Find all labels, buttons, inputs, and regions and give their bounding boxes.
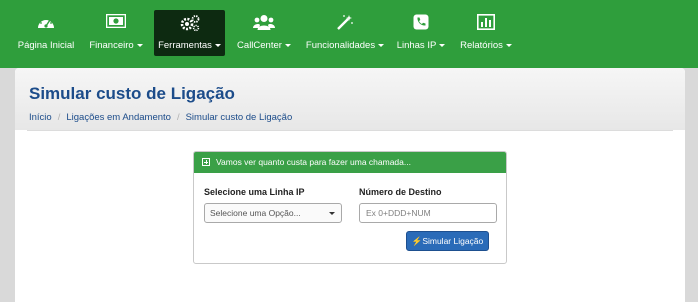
phone-icon xyxy=(395,14,447,36)
linha-ip-select[interactable]: Selecione uma Opção... xyxy=(204,203,342,223)
nav-item-linhas-ip[interactable]: Linhas IP xyxy=(395,10,447,56)
simular-ligacao-label: Simular Ligação xyxy=(422,236,484,246)
top-navbar: Página Inicial Financeiro Ferramentas Ca… xyxy=(0,0,698,68)
users-icon xyxy=(235,14,293,36)
bar-chart-icon xyxy=(456,14,516,36)
money-icon xyxy=(88,14,144,36)
dashboard-icon xyxy=(14,14,78,36)
simular-ligacao-button[interactable]: ⚡Simular Ligação xyxy=(406,231,489,251)
numero-destino-input[interactable] xyxy=(359,203,497,223)
content-panel: Simular custo de Ligação Início / Ligações… xyxy=(15,68,685,302)
breadcrumb-inicio[interactable]: Início xyxy=(29,112,52,123)
nav-item-pagina-inicial[interactable]: Página Inicial xyxy=(14,10,78,56)
nav-item-relatorios[interactable]: Relatórios xyxy=(456,10,516,56)
numero-destino-label: Número de Destino xyxy=(359,187,442,197)
nav-label-funcionalidades: Funcionalidades xyxy=(305,40,376,51)
nav-label-ferramentas: Ferramentas xyxy=(158,40,212,51)
nav-item-funcionalidades[interactable]: Funcionalidades xyxy=(303,10,387,56)
linha-ip-label: Selecione uma Linha IP xyxy=(204,187,305,197)
chevron-down-icon xyxy=(136,43,143,47)
divider xyxy=(27,130,673,131)
card-header: Vamos ver quanto custa para fazer uma ch… xyxy=(194,152,506,173)
nav-label-linhas-ip: Linhas IP xyxy=(396,40,437,51)
nav-label-relatorios: Relatórios xyxy=(460,40,503,51)
nav-label-pagina-inicial: Página Inicial xyxy=(17,40,75,51)
chevron-down-icon xyxy=(439,43,446,47)
chevron-down-icon xyxy=(378,43,385,47)
chevron-down-icon xyxy=(505,43,512,47)
page-title: Simular custo de Ligação xyxy=(29,84,235,103)
nav-item-ferramentas[interactable]: Ferramentas xyxy=(154,10,225,56)
magic-wand-icon xyxy=(303,14,387,36)
nav-label-callcenter: CallCenter xyxy=(237,40,282,51)
plus-square-icon[interactable] xyxy=(202,158,210,166)
chevron-down-icon xyxy=(214,43,221,47)
nav-item-financeiro[interactable]: Financeiro xyxy=(88,10,144,56)
chevron-down-icon xyxy=(284,43,291,47)
simulate-call-card: Vamos ver quanto custa para fazer uma ch… xyxy=(193,151,507,264)
lightning-icon: ⚡ xyxy=(411,236,423,246)
nav-item-callcenter[interactable]: CallCenter xyxy=(235,10,293,56)
gears-icon xyxy=(154,14,225,36)
breadcrumb-ligacoes-em-andamento[interactable]: Ligações em Andamento xyxy=(66,112,171,123)
breadcrumb-current: Simular custo de Ligação xyxy=(185,112,293,123)
breadcrumb: Início / Ligações em Andamento / Simular cus… xyxy=(29,112,293,123)
nav-label-financeiro: Financeiro xyxy=(89,40,134,51)
linha-ip-select-value: Selecione uma Opção... xyxy=(210,208,301,218)
chevron-down-icon xyxy=(329,212,335,215)
card-header-text: Vamos ver quanto custa para fazer uma ch… xyxy=(216,157,411,167)
